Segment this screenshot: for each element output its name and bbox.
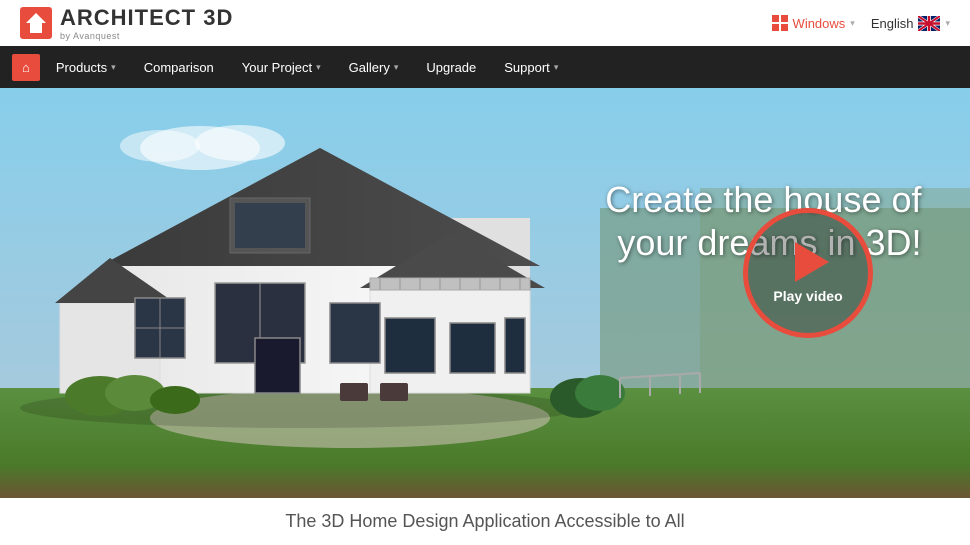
windows-icon [772,15,788,31]
play-triangle-icon [795,242,829,282]
home-icon: ⌂ [22,60,30,75]
language-selector[interactable]: English ▾ [871,16,950,31]
play-label: Play video [773,288,842,304]
windows-chevron: ▾ [850,18,855,29]
nav-support-label: Support [504,60,550,75]
nav-item-gallery[interactable]: Gallery ▾ [337,52,411,83]
nav-item-your-project[interactable]: Your Project ▾ [230,52,333,83]
nav-item-upgrade[interactable]: Upgrade [414,52,488,83]
support-chevron: ▾ [554,62,559,73]
nav-your-project-label: Your Project [242,60,312,75]
logo-text: ARCHITECT 3D by Avanquest [60,5,233,41]
tagline-bar: The 3D Home Design Application Accessibl… [0,498,970,545]
nav-item-comparison[interactable]: Comparison [132,52,226,83]
top-right-controls: Windows ▾ English ▾ [772,15,950,31]
hero-section: Create the house of your dreams in 3D! P… [0,88,970,498]
flag-icon [918,16,940,31]
hero-title-line1: Create the house of [605,179,921,220]
nav-comparison-label: Comparison [144,60,214,75]
gallery-chevron: ▾ [394,62,399,73]
play-video-button[interactable]: Play video [743,208,873,338]
nav-gallery-label: Gallery [349,60,390,75]
tagline-text: The 3D Home Design Application Accessibl… [285,511,684,532]
windows-label: Windows [793,16,846,31]
logo-icon [20,7,52,39]
logo-title: ARCHITECT 3D [60,5,233,31]
lang-chevron: ▾ [945,18,950,29]
logo-area: ARCHITECT 3D by Avanquest [20,5,233,41]
windows-selector[interactable]: Windows ▾ [772,15,855,31]
nav-products-label: Products [56,60,107,75]
your-project-chevron: ▾ [316,62,321,73]
products-chevron: ▾ [111,62,116,73]
nav-upgrade-label: Upgrade [426,60,476,75]
nav-item-products[interactable]: Products ▾ [44,52,128,83]
nav-home[interactable]: ⌂ [12,54,40,81]
logo-subtitle: by Avanquest [60,31,233,41]
main-nav: ⌂ Products ▾ Comparison Your Project ▾ G… [0,46,970,88]
nav-item-support[interactable]: Support ▾ [492,52,570,83]
lang-label: English [871,16,914,31]
top-bar: ARCHITECT 3D by Avanquest Windows ▾ Engl… [0,0,970,46]
